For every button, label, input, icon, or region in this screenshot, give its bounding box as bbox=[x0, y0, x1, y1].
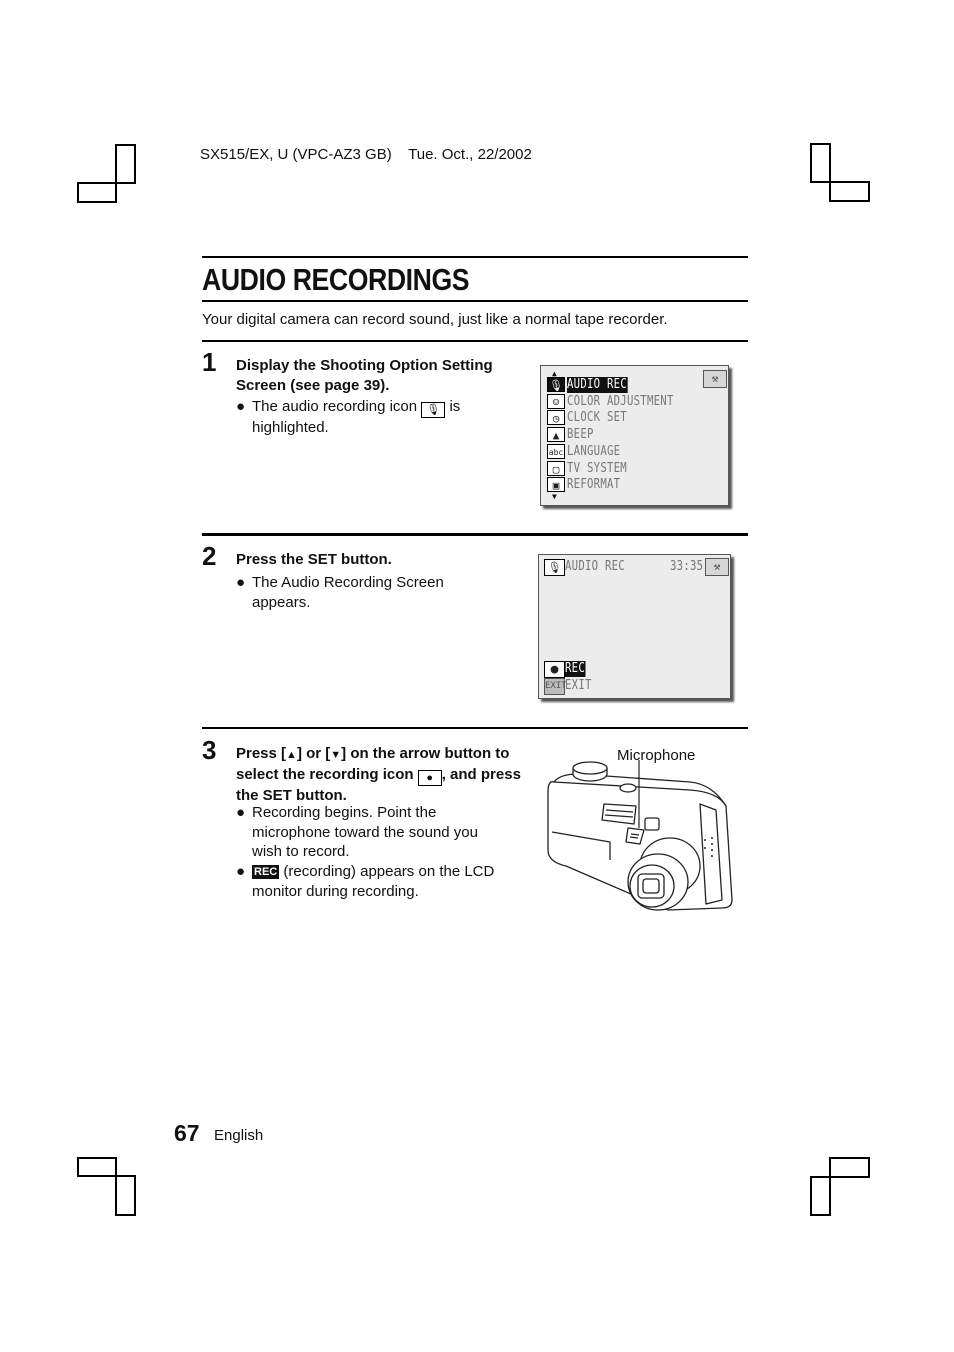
step-2-rule bbox=[202, 533, 748, 536]
up-arrow-icon: ▲ bbox=[286, 749, 297, 761]
title-bottom-rule bbox=[202, 300, 748, 302]
microphone-icon: 🎙 bbox=[547, 377, 565, 392]
step-heading: Press [▲] or [▼] on the arrow button to … bbox=[236, 745, 521, 804]
step-heading: Display the Shooting Option Setting Scre… bbox=[236, 357, 493, 394]
page-number: 67 bbox=[174, 1120, 200, 1146]
rec-badge: REC bbox=[252, 865, 280, 879]
menu-item-label: TV SYSTEM bbox=[567, 460, 627, 476]
viewfinder bbox=[644, 817, 660, 831]
step-number: 3 bbox=[202, 735, 217, 765]
bullet-icon: ● bbox=[236, 804, 246, 821]
shutter-button bbox=[619, 783, 637, 793]
step-1-rule bbox=[202, 340, 748, 342]
menu-item-label: AUDIO REC bbox=[567, 377, 628, 393]
menu-item-label: COLOR ADJUSTMENT bbox=[567, 393, 674, 409]
exit-label: EXIT bbox=[565, 678, 592, 693]
camera-illustration bbox=[547, 760, 733, 911]
language-icon: abc bbox=[547, 443, 565, 459]
remaining-time: 33:35 bbox=[670, 559, 704, 574]
mode-label: AUDIO REC bbox=[565, 559, 625, 574]
lcd-audio-recording-screen: 🎙 AUDIO REC 33:35 ⚒ ● REC EXIT EXIT bbox=[538, 554, 731, 699]
tv-icon: ▢ bbox=[547, 460, 565, 476]
record-icon: ● bbox=[417, 770, 442, 786]
bullet-icon: ● bbox=[236, 863, 246, 880]
microphone bbox=[625, 827, 645, 845]
menu-item-label: REFORMAT bbox=[567, 477, 621, 493]
step-number: 1 bbox=[202, 347, 217, 377]
palette-icon: ☺ bbox=[547, 393, 565, 409]
step-bullet: ● Recording begins. Point the microphone… bbox=[236, 804, 478, 860]
flash bbox=[601, 803, 637, 825]
card-icon: ▣ bbox=[547, 477, 565, 493]
step-number: 2 bbox=[202, 541, 217, 571]
wrench-icon: ⚒ bbox=[703, 370, 727, 388]
wrench-icon: ⚒ bbox=[705, 558, 729, 576]
doc-date: Tue. Oct., 22/2002 bbox=[408, 146, 532, 163]
bell-icon: ▲ bbox=[547, 427, 565, 443]
step-3-rule bbox=[202, 727, 748, 729]
bullet-icon: ● bbox=[236, 398, 246, 415]
step-bullet: ● The audio recording icon 🎙 is highligh… bbox=[236, 398, 461, 436]
microphone-icon: 🎙 bbox=[544, 559, 565, 576]
menu-item-label: LANGUAGE bbox=[567, 443, 621, 459]
clock-icon: ◷ bbox=[547, 410, 565, 426]
step-bullet: ● REC (recording) appears on the LCD mon… bbox=[236, 863, 495, 900]
bullet-icon: ● bbox=[236, 574, 246, 591]
title-top-rule bbox=[202, 256, 748, 258]
microphone-icon: 🎙 bbox=[421, 402, 446, 418]
intro-text: Your digital camera can record sound, ju… bbox=[202, 311, 668, 328]
down-arrow-icon: ▼ bbox=[330, 749, 342, 761]
step-heading: Press the SET button. bbox=[236, 551, 392, 568]
scroll-down-icon: ▼ bbox=[552, 492, 557, 501]
lcd-shooting-option-screen: ▲ ⚒ 🎙 AUDIO REC ☺ COLOR ADJUSTMENT ◷ CLOCK SE… bbox=[540, 365, 729, 506]
menu-item-label: CLOCK SET bbox=[567, 410, 627, 426]
document-header: SX515/EX, U (VPC-AZ3 GB) Tue. Oct., 22/2… bbox=[200, 146, 532, 163]
exit-icon: EXIT bbox=[544, 678, 567, 695]
rec-label: REC bbox=[565, 661, 586, 677]
step-bullet: ● The Audio Recording Screen appears. bbox=[236, 574, 444, 611]
menu-item-label: BEEP bbox=[567, 427, 594, 443]
page-title: AUDIO RECORDINGS bbox=[202, 262, 470, 297]
record-icon: ● bbox=[544, 661, 565, 678]
doc-id: SX515/EX, U (VPC-AZ3 GB) bbox=[200, 146, 392, 163]
footer-language: English bbox=[214, 1127, 264, 1144]
